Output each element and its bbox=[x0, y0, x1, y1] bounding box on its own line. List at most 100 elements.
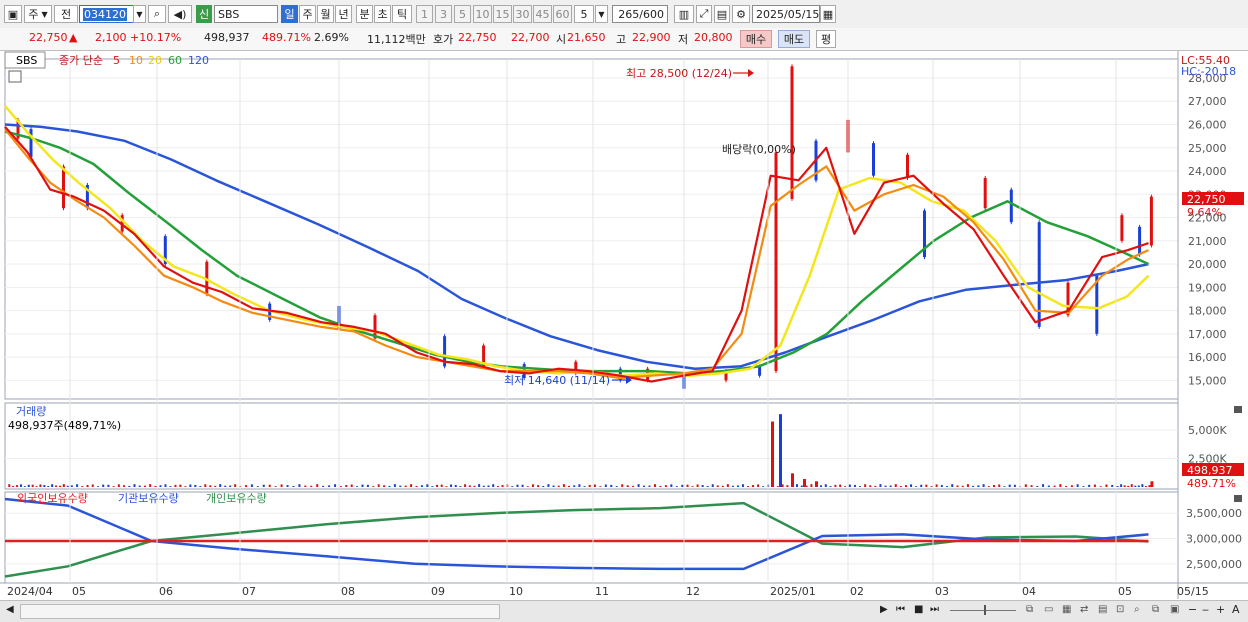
volume-tick-label: 5,000K bbox=[1188, 424, 1227, 437]
scroll-thumb[interactable] bbox=[20, 604, 500, 619]
ma-legend-5[interactable]: 5 bbox=[113, 54, 120, 67]
tab-period-month[interactable]: 월 bbox=[317, 5, 334, 23]
volume-bar bbox=[731, 485, 734, 487]
ma-legend-10[interactable]: 10 bbox=[129, 54, 143, 67]
search-icon[interactable]: ⌕ bbox=[148, 5, 166, 23]
bullish-candle bbox=[774, 152, 778, 372]
scroll-left-icon[interactable]: ◀ bbox=[6, 604, 14, 615]
volume-bar bbox=[31, 484, 34, 487]
calendar-icon[interactable]: ▦ bbox=[820, 5, 836, 23]
scroll-right-icon[interactable]: ▶ bbox=[880, 604, 888, 615]
y-tick-label: 25,000 bbox=[1188, 142, 1227, 155]
volume-bar bbox=[35, 486, 38, 487]
sell-button[interactable]: 매도 bbox=[778, 30, 810, 48]
volume-maximize-icon[interactable] bbox=[1234, 406, 1242, 413]
stock-code-input[interactable]: 034120 bbox=[79, 5, 135, 23]
interval-1-button[interactable]: 1 bbox=[416, 5, 433, 23]
eval-label: 평 bbox=[820, 33, 832, 46]
magnify-icon[interactable]: ⌕ bbox=[1134, 604, 1140, 615]
volume-bar bbox=[274, 486, 277, 487]
holdings-legend-individual[interactable]: 개인보유수량 bbox=[206, 492, 267, 505]
speaker-icon[interactable]: ◀) bbox=[168, 5, 192, 23]
interval-5-button[interactable]: 5 bbox=[454, 5, 471, 23]
volume-bar bbox=[229, 485, 232, 487]
font-size-icon[interactable]: A bbox=[1232, 603, 1240, 616]
volume-bar bbox=[796, 484, 798, 487]
interval-10-button[interactable]: 10 bbox=[473, 5, 492, 23]
fast-forward-icon[interactable]: ⏭ bbox=[930, 604, 939, 615]
volume-bar bbox=[464, 484, 467, 487]
collapse-icon[interactable]: ‒ bbox=[1202, 603, 1209, 616]
chart-window-icon[interactable]: ▣ bbox=[4, 5, 22, 23]
grid-toggle-icon[interactable]: ▤ bbox=[1098, 604, 1107, 615]
tab-period-week[interactable]: 주 bbox=[299, 5, 316, 23]
volume-bar bbox=[726, 484, 729, 487]
volume-bar bbox=[998, 484, 1001, 487]
volume-bar bbox=[431, 486, 434, 487]
gear-icon[interactable]: ⚙ bbox=[732, 5, 750, 23]
volume-bar bbox=[573, 485, 576, 487]
zoom-slider-handle[interactable] bbox=[984, 605, 986, 615]
volume-bar bbox=[1137, 485, 1140, 487]
volume-bar bbox=[459, 486, 462, 487]
interval-60-button[interactable]: 60 bbox=[553, 5, 572, 23]
volume-bar bbox=[204, 484, 207, 487]
ma-legend-120[interactable]: 120 bbox=[188, 54, 209, 67]
interval-45-button[interactable]: 45 bbox=[533, 5, 552, 23]
stop-icon[interactable]: ■ bbox=[914, 604, 923, 615]
window-icon[interactable]: ▭ bbox=[1044, 604, 1053, 615]
grid-icon[interactable] bbox=[8, 70, 22, 83]
x-tick-label: 06 bbox=[159, 585, 173, 598]
save-icon[interactable]: ▤ bbox=[714, 5, 730, 23]
volume-bar bbox=[445, 486, 448, 487]
ma-legend-20[interactable]: 20 bbox=[148, 54, 162, 67]
code-dropdown-icon[interactable]: ▼ bbox=[133, 5, 146, 23]
interval-30-button[interactable]: 30 bbox=[513, 5, 532, 23]
copy-icon[interactable]: ⧉ bbox=[1152, 604, 1159, 615]
interval-value-field[interactable]: 5 bbox=[574, 5, 594, 23]
compare-icon[interactable]: ⇄ bbox=[1080, 604, 1088, 615]
layout-icon[interactable]: ▦ bbox=[1062, 604, 1071, 615]
stock-name-field[interactable]: SBS bbox=[214, 5, 278, 23]
buy-button[interactable]: 매수 bbox=[740, 30, 772, 48]
interval-3-button[interactable]: 3 bbox=[435, 5, 452, 23]
tab-period-day[interactable]: 일 bbox=[281, 5, 298, 23]
holdings-legend-institution[interactable]: 기관보유수량 bbox=[118, 492, 179, 505]
interval-label: 15 bbox=[495, 7, 510, 21]
interval-dropdown-icon[interactable]: ▼ bbox=[595, 5, 608, 23]
rewind-icon[interactable]: ⏮ bbox=[896, 604, 905, 615]
tab-period-minute[interactable]: 분 bbox=[356, 5, 373, 23]
volume-bar bbox=[316, 484, 319, 487]
ma-legend-60[interactable]: 60 bbox=[168, 54, 182, 67]
draw-tool-icon[interactable]: ⤢ bbox=[696, 5, 712, 23]
tab-period-second[interactable]: 초 bbox=[374, 5, 391, 23]
tile-icon[interactable]: ⧉ bbox=[1026, 604, 1033, 615]
interval-value: 5 bbox=[580, 7, 588, 21]
period-unit-select[interactable]: 주 ▼ bbox=[24, 5, 52, 23]
zoom-area-icon[interactable]: ⊡ bbox=[1116, 604, 1124, 615]
volume-bar bbox=[542, 485, 545, 487]
prev-select[interactable]: 전 bbox=[54, 5, 78, 23]
count-field[interactable]: 265/600 bbox=[612, 5, 668, 23]
screenshot-icon[interactable]: ▣ bbox=[1170, 604, 1179, 615]
date-field[interactable]: 2025/05/15 bbox=[752, 5, 820, 23]
eval-button[interactable]: 평 bbox=[816, 30, 836, 48]
volume-bar bbox=[615, 486, 618, 487]
horizontal-scrollbar[interactable]: ◀ ▶ ⏮ ■ ⏭ ⧉ ▭ ▦ ⇄ ▤ ⊡ ⌕ ⧉ ▣ − ‒ + A bbox=[0, 600, 1248, 622]
x-tick-label: 02 bbox=[850, 585, 864, 598]
tab-period-year[interactable]: 년 bbox=[335, 5, 352, 23]
y-tick-label: 21,000 bbox=[1188, 235, 1227, 248]
x-tick-label: 07 bbox=[242, 585, 256, 598]
interval-label: 5 bbox=[459, 7, 466, 21]
volume-bar bbox=[112, 486, 115, 487]
interval-15-button[interactable]: 15 bbox=[493, 5, 512, 23]
holdings-maximize-icon[interactable] bbox=[1234, 495, 1242, 502]
zoom-out-icon[interactable]: − bbox=[1188, 603, 1197, 616]
stock-chart[interactable]: 15,000 16,000 17,000 18,000 19,000 20,000 21,0… bbox=[0, 51, 1248, 599]
bar-chart-icon[interactable]: ▥ bbox=[674, 5, 694, 23]
tab-period-tick[interactable]: 틱 bbox=[392, 5, 412, 23]
holdings-legend-foreign[interactable]: 외국인보유수량 bbox=[17, 492, 88, 505]
volume-bar bbox=[1059, 484, 1062, 487]
zoom-in-icon[interactable]: + bbox=[1216, 603, 1225, 616]
zoom-slider-track[interactable] bbox=[950, 610, 1016, 611]
